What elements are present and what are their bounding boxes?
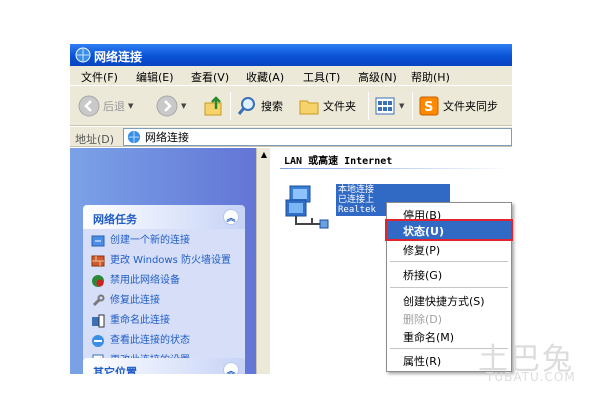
menu-separator: [390, 261, 508, 262]
connection-name: 本地连接: [338, 185, 375, 195]
folder-up-icon: [204, 96, 222, 116]
folder-sync-button[interactable]: S 文件夹同步: [418, 95, 498, 117]
rename-icon: [92, 314, 105, 328]
network-tasks-header[interactable]: 网络任务 ︽: [83, 205, 245, 229]
forward-arrow-icon: [156, 95, 178, 117]
menu-edit[interactable]: 编辑(E): [136, 69, 174, 85]
group-divider: [280, 168, 512, 169]
back-button[interactable]: 后退 ▼: [78, 95, 133, 117]
scroll-up-icon[interactable]: ▲: [259, 150, 269, 160]
folder-icon: [299, 100, 319, 115]
title-bar[interactable]: 网络连接: [70, 44, 512, 66]
menu-item-delete: 删除(D): [403, 313, 443, 326]
toolbar-separator: [368, 92, 369, 120]
folders-label: 文件夹: [323, 100, 356, 113]
up-button[interactable]: [203, 95, 225, 117]
folder-sync-label: 文件夹同步: [443, 100, 498, 113]
status-icon: [92, 335, 104, 347]
group-header: LAN 或高速 Internet: [284, 156, 393, 167]
search-icon: [237, 97, 255, 115]
pane-splitter[interactable]: ▲: [256, 148, 270, 374]
search-label: 搜索: [261, 100, 283, 113]
menu-item-bridge[interactable]: 桥接(G): [403, 267, 442, 283]
wrench-icon: [92, 294, 105, 307]
task-disable-device[interactable]: 禁用此网络设备: [91, 275, 239, 288]
other-places-panel: 其它位置 ︽: [83, 358, 245, 374]
network-tasks-panel: 网络任务 ︽ 创建一个新的连接 更改 Windows 防火墙设置 禁用此网络设备: [83, 205, 245, 374]
network-tasks-list: 创建一个新的连接 更改 Windows 防火墙设置 禁用此网络设备 修复此连接 …: [83, 229, 245, 374]
menu-item-rename[interactable]: 重命名(M): [403, 329, 454, 345]
window-title: 网络连接: [94, 50, 143, 64]
toolbar: 后退 ▼ ▼ 搜索 文件夹 ▼ S 文件夹同步: [70, 86, 512, 126]
network-connections-icon: [75, 47, 91, 63]
task-pane: 网络任务 ︽ 创建一个新的连接 更改 Windows 防火墙设置 禁用此网络设备: [70, 148, 256, 374]
watermark-text-en: TUBATU.COM: [486, 370, 576, 384]
menu-view[interactable]: 查看(V): [191, 69, 229, 85]
network-connections-icon: [127, 130, 141, 144]
other-places-title: 其它位置: [93, 366, 137, 374]
new-connection-icon: [91, 235, 105, 247]
menu-advanced[interactable]: 高级(N): [358, 69, 397, 85]
toolbar-separator: [412, 92, 413, 120]
callout-highlight-box: [385, 219, 513, 241]
menu-file[interactable]: 文件(F): [81, 69, 118, 85]
menu-item-create-shortcut[interactable]: 创建快捷方式(S): [403, 293, 485, 309]
menu-separator: [390, 287, 508, 288]
task-view-status[interactable]: 查看此连接的状态: [91, 335, 239, 348]
forward-dropdown-icon[interactable]: ▼: [181, 102, 186, 110]
collapse-chevron-icon[interactable]: ︽: [223, 362, 239, 374]
menu-bar: 文件(F) 编辑(E) 查看(V) 收藏(A) 工具(T) 高级(N) 帮助(H…: [70, 66, 512, 86]
menu-favorites[interactable]: 收藏(A): [246, 69, 284, 85]
back-dropdown-icon[interactable]: ▼: [128, 102, 133, 110]
sync-icon: S: [419, 96, 439, 116]
address-input[interactable]: 网络连接: [123, 128, 512, 146]
network-tasks-title: 网络任务: [93, 213, 137, 226]
watermark: 土巴兔 TUBATU.COM: [478, 334, 588, 386]
address-value: 网络连接: [145, 131, 189, 144]
views-grid-icon: [375, 97, 395, 115]
menu-item-repair[interactable]: 修复(P): [403, 242, 440, 258]
task-create-connection[interactable]: 创建一个新的连接: [91, 235, 239, 248]
search-button[interactable]: 搜索: [236, 95, 283, 117]
views-button[interactable]: ▼: [374, 95, 404, 117]
menu-help[interactable]: 帮助(H): [411, 69, 450, 85]
back-label: 后退: [103, 100, 125, 113]
address-bar: 地址(D) 网络连接: [70, 127, 512, 147]
other-places-header[interactable]: 其它位置 ︽: [83, 358, 245, 374]
task-firewall-settings[interactable]: 更改 Windows 防火墙设置: [91, 255, 239, 268]
forward-button[interactable]: ▼: [156, 95, 186, 117]
menu-item-properties[interactable]: 属性(R): [403, 353, 441, 369]
svg-text:S: S: [424, 100, 433, 115]
task-repair-connection[interactable]: 修复此连接: [91, 294, 239, 308]
firewall-icon: [91, 255, 105, 267]
folders-button[interactable]: 文件夹: [298, 95, 356, 117]
toolbar-separator: [230, 92, 231, 120]
disable-device-icon: [92, 275, 104, 287]
address-label: 地址(D): [75, 133, 115, 146]
views-dropdown-icon[interactable]: ▼: [399, 102, 404, 110]
menu-tools[interactable]: 工具(T): [303, 69, 340, 85]
collapse-chevron-icon[interactable]: ︽: [223, 209, 239, 225]
task-rename-connection[interactable]: 重命名此连接: [91, 314, 239, 328]
lan-connection-icon[interactable]: [284, 182, 332, 230]
back-arrow-icon: [78, 95, 100, 117]
